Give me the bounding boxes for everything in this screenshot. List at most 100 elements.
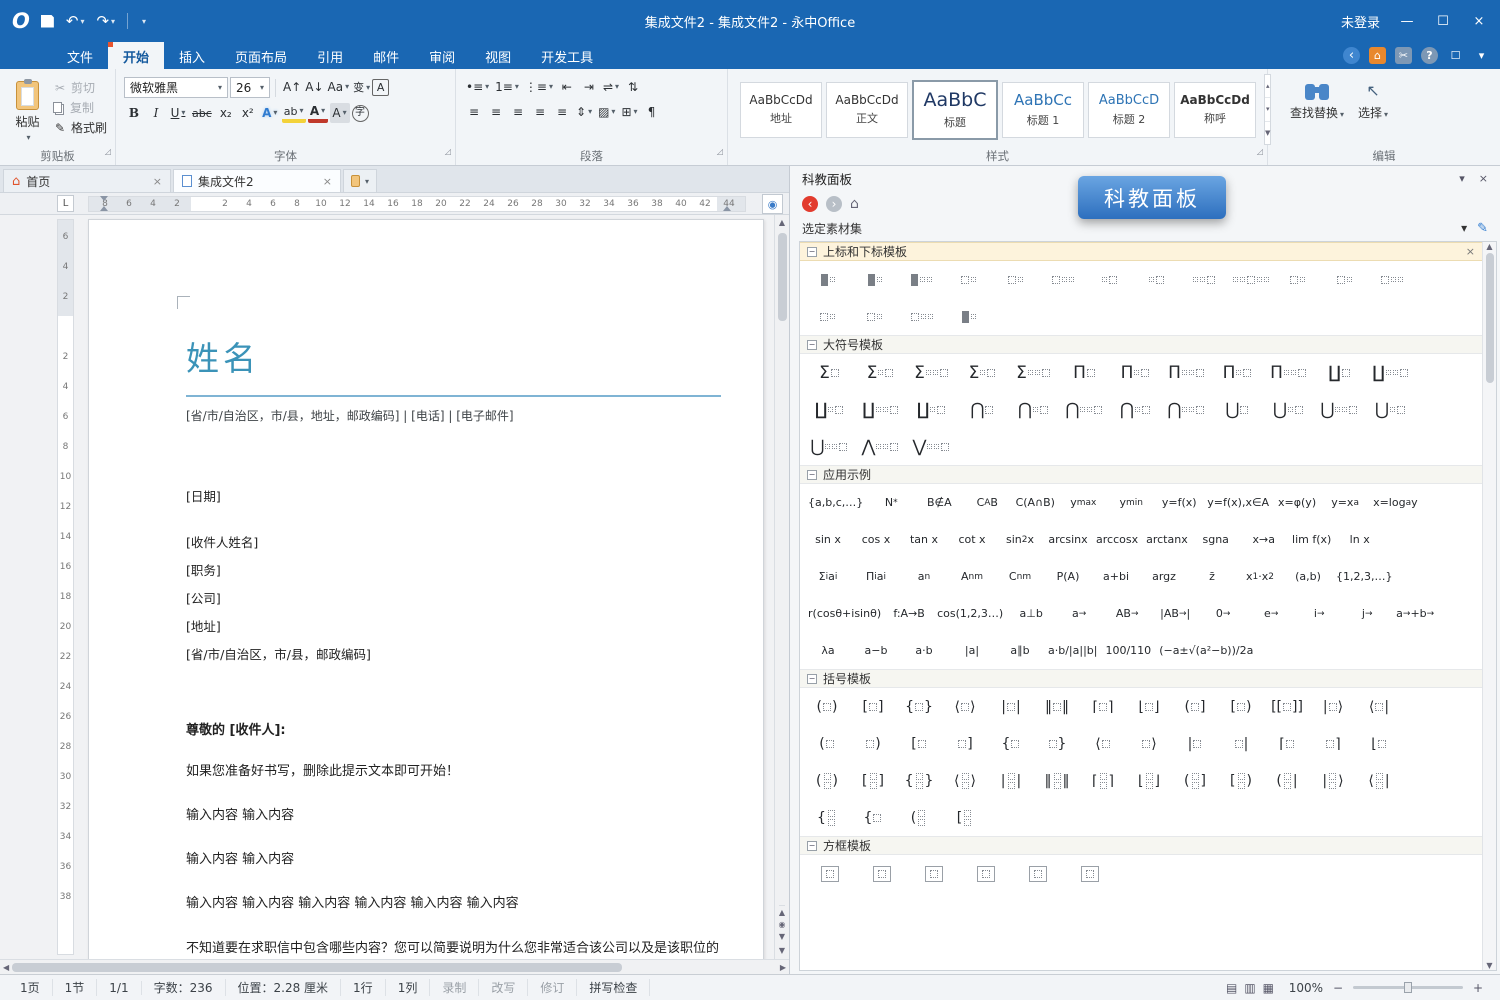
status-item[interactable]: 改写 <box>479 979 528 996</box>
template-tile[interactable]: ⟨⟩ <box>943 690 987 723</box>
find-replace-button[interactable]: 查找替换▾ <box>1290 81 1344 147</box>
template-tile[interactable]: sgna <box>1193 523 1239 556</box>
template-tile[interactable]: ∐ <box>856 393 905 426</box>
collapse-icon[interactable]: − <box>807 340 817 350</box>
close-tab-icon[interactable]: × <box>153 175 162 188</box>
menu-tab-页面布局[interactable]: 页面布局 <box>220 42 302 69</box>
template-tile[interactable] <box>1065 857 1115 890</box>
line-spacing-button[interactable]: ⇕▾ <box>574 102 594 122</box>
template-tile[interactable]: Anm <box>949 560 995 593</box>
bullets-button[interactable]: •≡▾ <box>464 77 491 97</box>
template-tile[interactable] <box>1087 263 1132 296</box>
template-tile[interactable]: Σ <box>907 356 956 389</box>
template-tile[interactable]: || <box>989 764 1033 797</box>
template-tile[interactable]: a∥b <box>997 634 1043 667</box>
vertical-scrollbar[interactable]: ▲ ▲ ◉ ▼ ▼ <box>774 215 789 959</box>
close-button[interactable]: × <box>1470 14 1488 29</box>
status-item[interactable]: 修订 <box>528 979 577 996</box>
recipient-line[interactable]: [收件人姓名] <box>186 529 721 557</box>
template-tile[interactable]: ⌈ <box>1265 727 1309 760</box>
template-tile[interactable]: ∐ <box>1315 356 1364 389</box>
shading-button[interactable]: ▨▾ <box>596 102 617 122</box>
new-tab-button[interactable]: ▾ <box>343 169 377 192</box>
template-tile[interactable]: arccosx <box>1093 523 1141 556</box>
save-button[interactable] <box>41 15 54 28</box>
template-tile[interactable] <box>805 300 850 333</box>
help-icon[interactable]: ? <box>1421 47 1438 64</box>
template-tile[interactable] <box>946 300 991 333</box>
template-tile[interactable]: x=φ(y) <box>1274 486 1320 519</box>
template-tile[interactable]: Πiai <box>853 560 899 593</box>
justify-button[interactable]: ≡ <box>530 102 550 122</box>
template-tile[interactable] <box>805 857 855 890</box>
asian-layout-button[interactable]: ⇌▾ <box>601 77 621 97</box>
document-tab-集成文件2[interactable]: 集成文件2× <box>173 169 341 192</box>
collapse-icon[interactable]: − <box>807 247 817 257</box>
template-tile[interactable]: ymin <box>1108 486 1154 519</box>
ribbon-options-icon[interactable]: ▾ <box>1473 47 1490 64</box>
template-tile[interactable] <box>1322 263 1367 296</box>
template-tile[interactable] <box>1228 263 1273 296</box>
template-tile[interactable]: {} <box>897 690 941 723</box>
borders-button[interactable]: ⊞▾ <box>619 102 639 122</box>
location-pin-button[interactable]: ◉ <box>762 194 783 214</box>
template-tile[interactable] <box>899 300 944 333</box>
template-tile[interactable]: C(A∩B) <box>1012 486 1058 519</box>
template-tile[interactable]: Σ <box>856 356 905 389</box>
template-tile[interactable]: ⋃ <box>1213 393 1262 426</box>
style-item-称呼[interactable]: AaBbCcDd称呼 <box>1174 82 1256 138</box>
copy-button[interactable]: 复制 <box>53 99 107 116</box>
template-tile[interactable]: an <box>901 560 947 593</box>
template-tile[interactable]: { <box>851 801 895 834</box>
hanging-indent-marker[interactable] <box>100 206 108 211</box>
template-tile[interactable]: [[]] <box>1265 690 1309 723</box>
template-tile[interactable]: sin x <box>805 523 851 556</box>
format-painter-button[interactable]: ✎格式刷 <box>53 119 107 136</box>
status-item[interactable]: 拼写检查 <box>577 979 650 996</box>
template-tile[interactable]: sin2x <box>997 523 1043 556</box>
template-tile[interactable]: [] <box>851 764 895 797</box>
brush-icon[interactable]: ✎ <box>1477 221 1488 236</box>
decrease-indent-button[interactable]: ⇤ <box>557 77 577 97</box>
template-tile[interactable]: N* <box>868 486 914 519</box>
template-tile[interactable]: ⌈⌉ <box>1081 690 1125 723</box>
template-tile[interactable]: Cnm <box>997 560 1043 593</box>
template-tile[interactable]: ⌉ <box>1311 727 1355 760</box>
template-tile[interactable]: |⟩ <box>1311 764 1355 797</box>
template-tile[interactable]: ∐ <box>907 393 956 426</box>
template-tile[interactable]: ⟨| <box>1357 690 1401 723</box>
zoom-out-button[interactable]: − <box>1332 981 1344 995</box>
template-tile[interactable]: x1·x2 <box>1237 560 1283 593</box>
section-header[interactable]: −方框模板 <box>800 836 1482 855</box>
template-tile[interactable] <box>1275 263 1320 296</box>
template-tile[interactable]: ⋃ <box>1315 393 1364 426</box>
panel-close-icon[interactable]: × <box>1479 172 1488 185</box>
template-tile[interactable] <box>857 857 907 890</box>
template-tile[interactable] <box>899 263 944 296</box>
contact-line[interactable]: [省/市/自治区，市/县，地址，邮政编码] | [电话] | [电子邮件] <box>186 407 721 424</box>
menu-tab-引用[interactable]: 引用 <box>302 42 358 69</box>
document-title[interactable]: 姓名 <box>186 332 721 397</box>
template-tile[interactable]: ⌊⌋ <box>1127 690 1171 723</box>
font-size-combo[interactable]: 26▾ <box>230 77 270 98</box>
template-tile[interactable] <box>852 300 897 333</box>
template-tile[interactable]: 0→ <box>1200 597 1246 630</box>
template-tile[interactable]: arcsinx <box>1045 523 1091 556</box>
scroll-down-icon[interactable]: ▼ <box>779 943 785 959</box>
style-item-标题 1[interactable]: AaBbCc标题 1 <box>1002 82 1084 138</box>
character-border-button[interactable]: A <box>372 79 389 96</box>
paragraph[interactable]: 输入内容 输入内容 <box>186 806 721 826</box>
template-tile[interactable]: i→ <box>1296 597 1342 630</box>
template-tile[interactable]: a→+b→ <box>1392 597 1438 630</box>
underline-button[interactable]: U▾ <box>168 103 188 123</box>
style-item-标题 2[interactable]: AaBbCcD标题 2 <box>1088 82 1170 138</box>
vertical-ruler[interactable]: 6422468101214161820222426283032343638 <box>55 215 77 959</box>
template-tile[interactable]: CAB <box>964 486 1010 519</box>
template-tile[interactable]: {} <box>897 764 941 797</box>
recipient-block[interactable]: [收件人姓名][职务][公司][地址][省/市/自治区，市/县，邮政编码] <box>186 529 721 669</box>
section-header[interactable]: −上标和下标模板× <box>800 242 1482 261</box>
tab-stop-selector[interactable]: L <box>57 195 74 212</box>
undo-button[interactable]: ↶▾ <box>66 12 85 30</box>
template-tile[interactable]: ∐ <box>1366 356 1415 389</box>
scrollbar-thumb[interactable] <box>12 963 622 972</box>
